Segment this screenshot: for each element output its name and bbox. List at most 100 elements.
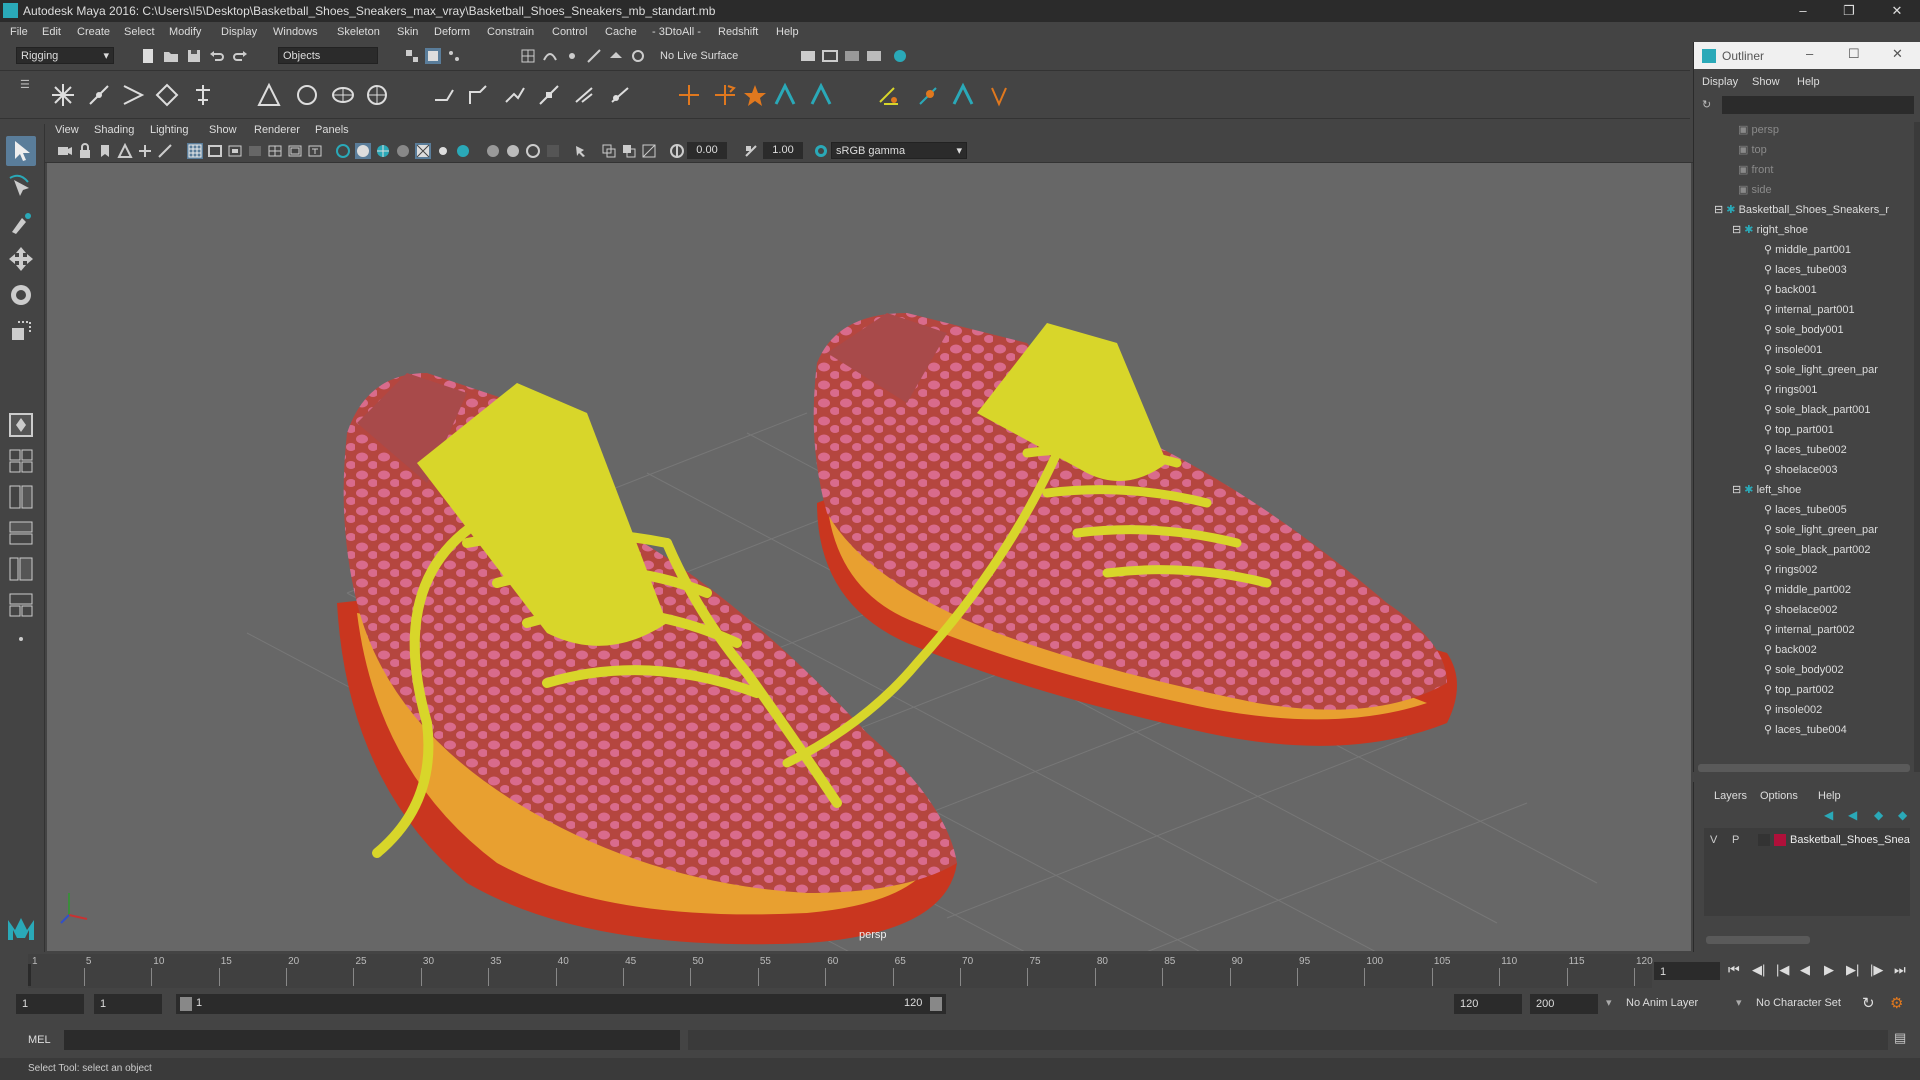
multisample-aa-icon[interactable] (525, 143, 541, 159)
snap-view-icon[interactable] (586, 48, 602, 64)
outliner-item[interactable]: ⚲ laces_tube004 (1764, 720, 1847, 740)
play-backwards-icon[interactable]: ◀ (1800, 962, 1810, 978)
grease-pencil-icon[interactable] (157, 143, 173, 159)
new-layer-selected-icon[interactable]: ◆ (1898, 808, 1907, 822)
menu-file[interactable]: File (10, 26, 28, 38)
snap-grid-icon[interactable] (520, 48, 536, 64)
ik-spline-icon[interactable] (294, 82, 320, 108)
layout-single-icon[interactable] (6, 410, 36, 440)
outliner-vertical-scrollbar[interactable] (1914, 122, 1920, 772)
smooth-shade-icon[interactable] (355, 143, 371, 159)
layout-four-icon[interactable] (6, 446, 36, 476)
minimize-button[interactable]: – (1780, 0, 1826, 22)
textured-icon[interactable] (415, 143, 431, 159)
gamma-icon[interactable] (743, 143, 759, 159)
step-back-frame-icon[interactable]: ◀| (1752, 962, 1765, 978)
layer-type-toggle[interactable] (1758, 834, 1770, 846)
outliner-item[interactable]: ⚲ shoelace002 (1764, 600, 1838, 620)
3d-scene-canvas[interactable]: persp (47, 163, 1691, 951)
outliner-search-input[interactable] (1722, 96, 1914, 114)
menu-deform[interactable]: Deform (434, 26, 470, 38)
outliner-group-left-shoe[interactable]: ⊟ ✱ left_shoe (1732, 480, 1801, 500)
outliner-minimize-button[interactable]: – (1806, 46, 1813, 61)
layer-visibility-toggle[interactable]: V (1710, 834, 1717, 846)
backface-culling-icon[interactable] (641, 143, 657, 159)
parent-constraint-icon[interactable] (808, 82, 834, 108)
scale-tool-icon[interactable] (6, 316, 36, 346)
paint-select-icon[interactable] (6, 208, 36, 238)
layout-expand-icon[interactable] (6, 624, 36, 648)
menu-edit[interactable]: Edit (42, 26, 61, 38)
go-to-start-icon[interactable]: ⏮ (1728, 962, 1740, 978)
collapse-icon[interactable]: ⊟ (1732, 224, 1744, 236)
new-scene-icon[interactable] (140, 48, 156, 64)
exposure-icon[interactable] (669, 143, 685, 159)
vp-menu-view[interactable]: View (55, 124, 79, 136)
view-transform-dropdown[interactable]: sRGB gamma ▾ (831, 142, 967, 159)
range-start-handle[interactable] (180, 997, 192, 1011)
menu-skeleton[interactable]: Skeleton (337, 26, 380, 38)
range-slider[interactable]: 1 120 (176, 994, 946, 1014)
skeleton-tool-icon[interactable] (190, 82, 216, 108)
menu-display[interactable]: Display (221, 26, 257, 38)
select-object-icon[interactable] (425, 48, 441, 64)
camera-icon[interactable] (57, 143, 73, 159)
lasso-tool-icon[interactable] (6, 172, 36, 202)
outliner-item[interactable]: ⚲ rings002 (1764, 560, 1817, 580)
selection-mask-dropdown[interactable]: Objects (278, 47, 378, 64)
collapse-icon[interactable]: ⊟ (1714, 204, 1726, 216)
outliner-item[interactable]: ⚲ internal_part002 (1764, 620, 1855, 640)
screen-space-ao-icon[interactable] (485, 143, 501, 159)
make-live-icon[interactable] (630, 48, 646, 64)
outliner-root-item[interactable]: ⊟ ✱ Basketball_Shoes_Sneakers_r (1714, 200, 1889, 220)
current-time-marker[interactable] (28, 964, 31, 986)
use-all-lights-icon[interactable] (435, 143, 451, 159)
joint-tool-icon[interactable] (50, 82, 76, 108)
outliner-close-button[interactable]: ✕ (1892, 46, 1903, 62)
outliner-item[interactable]: ⚲ insole002 (1764, 700, 1822, 720)
vp-menu-panels[interactable]: Panels (315, 124, 349, 136)
menuset-dropdown[interactable]: Rigging ▾ (16, 47, 114, 64)
render-view-icon[interactable] (866, 48, 882, 64)
command-input[interactable] (64, 1030, 680, 1050)
layers-menu-options[interactable]: Options (1760, 790, 1798, 802)
collapse-icon[interactable]: ⊟ (1732, 484, 1744, 496)
refresh-icon[interactable]: ↻ (1702, 98, 1716, 112)
render-settings-icon[interactable] (800, 48, 816, 64)
ipr-render-icon[interactable] (844, 48, 860, 64)
layout-graph-icon[interactable] (6, 590, 36, 620)
camera-persp[interactable]: ▣ persp (1738, 120, 1779, 140)
layout-persp-outliner-icon[interactable] (6, 518, 36, 548)
script-language-toggle[interactable]: MEL (28, 1034, 51, 1046)
animation-start-field[interactable]: 1 (16, 994, 84, 1014)
step-back-key-icon[interactable]: |◀ (1776, 962, 1789, 978)
select-hierarchy-icon[interactable] (404, 48, 420, 64)
script-editor-icon[interactable]: ▤ (1894, 1030, 1912, 1048)
maximize-button[interactable]: ❐ (1826, 0, 1872, 22)
outliner-item[interactable]: ⚲ shoelace003 (1764, 460, 1838, 480)
remove-influence-icon[interactable] (608, 82, 634, 108)
play-forwards-icon[interactable]: ▶ (1824, 962, 1834, 978)
cluster-icon[interactable] (330, 82, 356, 108)
outliner-item[interactable]: ⚲ middle_part002 (1764, 580, 1851, 600)
outliner-horizontal-scrollbar[interactable] (1698, 764, 1910, 772)
detach-skin-icon[interactable] (536, 82, 562, 108)
layers-menu-help[interactable]: Help (1818, 790, 1841, 802)
maya-home-icon[interactable] (6, 914, 36, 944)
layout-three-icon[interactable] (6, 554, 36, 584)
menu-help[interactable]: Help (776, 26, 799, 38)
mirror-joint-icon[interactable] (120, 82, 146, 108)
insert-joint-icon[interactable] (86, 82, 112, 108)
redo-icon[interactable] (232, 48, 248, 64)
menu-windows[interactable]: Windows (273, 26, 318, 38)
outliner-group-right-shoe[interactable]: ⊟ ✱ right_shoe (1732, 220, 1808, 240)
current-frame-field[interactable]: 1 (1654, 962, 1720, 980)
anim-layer-dropdown[interactable]: No Anim Layer (1626, 997, 1698, 1009)
vp-menu-shading[interactable]: Shading (94, 124, 134, 136)
new-layer-icon[interactable]: ◆ (1874, 808, 1883, 822)
orient-joint-icon[interactable] (154, 82, 180, 108)
menu-redshift[interactable]: Redshift (718, 26, 758, 38)
range-end-handle[interactable] (930, 997, 942, 1011)
outliner-item[interactable]: ⚲ insole001 (1764, 340, 1822, 360)
move-tool-icon[interactable] (6, 244, 36, 274)
